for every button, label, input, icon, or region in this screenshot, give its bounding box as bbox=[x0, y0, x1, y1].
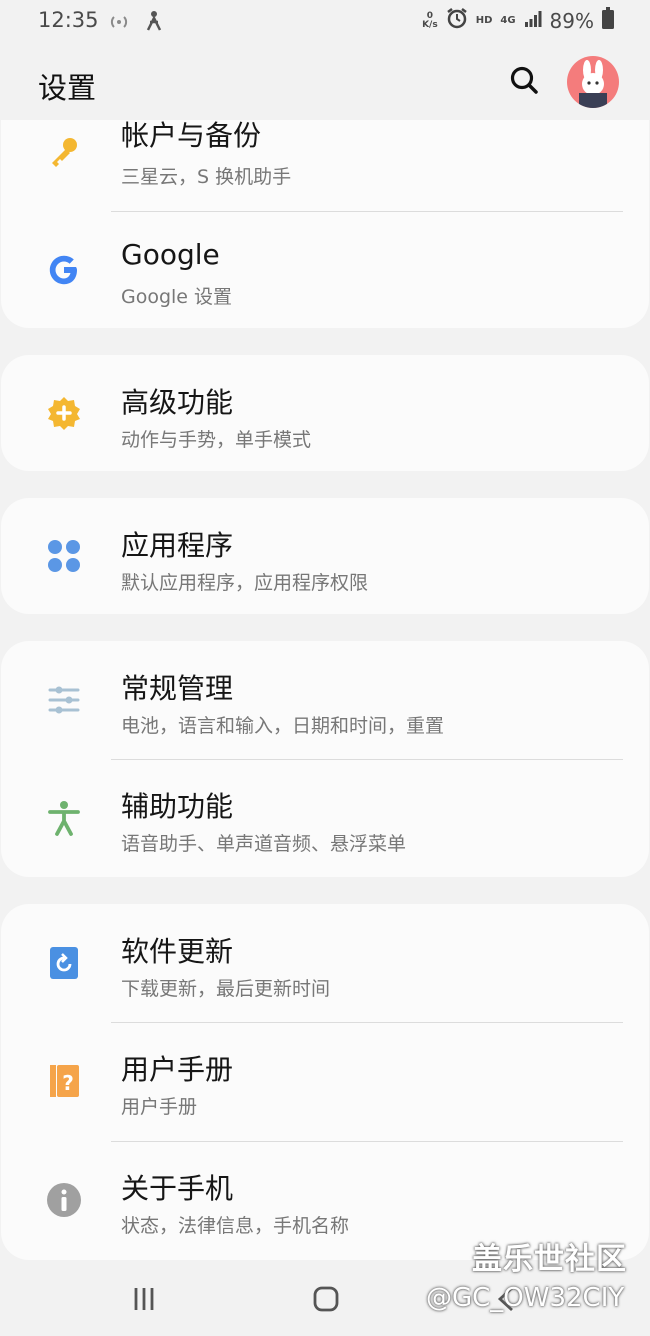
usb-debug-icon bbox=[144, 10, 164, 37]
recent-apps-button[interactable] bbox=[124, 1284, 164, 1316]
item-title: 应用程序 bbox=[121, 529, 234, 562]
apps-grid-icon bbox=[45, 537, 83, 575]
settings-item-accessibility[interactable]: 辅助功能 语音助手、单声道音频、悬浮菜单 bbox=[1, 759, 649, 877]
settings-group-accounts: 帐户与备份 三星云，S 换机助手 Google Google 设置 bbox=[1, 120, 649, 328]
settings-group-advanced: 高级功能 动作与手势，单手模式 bbox=[1, 355, 649, 471]
item-subtitle: 默认应用程序，应用程序权限 bbox=[121, 572, 369, 594]
settings-item-software-update[interactable]: 软件更新 下载更新，最后更新时间 bbox=[1, 904, 649, 1022]
settings-item-accounts-backup[interactable]: 帐户与备份 三星云，S 换机助手 bbox=[1, 120, 649, 212]
alarm-icon bbox=[446, 7, 468, 34]
settings-item-general-management[interactable]: 常规管理 电池，语言和输入，日期和时间，重置 bbox=[1, 641, 649, 759]
item-title: 关于手机 bbox=[121, 1172, 234, 1205]
item-title: 帐户与备份 bbox=[121, 120, 262, 152]
status-bar: 12:35 0 K/s HD 4G 89% bbox=[0, 0, 650, 40]
watermark-handle: @GC_OW32CIY bbox=[426, 1283, 625, 1313]
item-subtitle: 状态，法律信息，手机名称 bbox=[121, 1215, 350, 1237]
item-subtitle: 电池，语言和输入，日期和时间，重置 bbox=[121, 715, 445, 737]
net-speed: 0 K/s bbox=[422, 10, 438, 30]
settings-item-user-manual[interactable]: ? 用户手册 用户手册 bbox=[1, 1022, 649, 1141]
item-subtitle: 语音助手、单声道音频、悬浮菜单 bbox=[121, 833, 407, 855]
settings-item-applications[interactable]: 应用程序 默认应用程序，应用程序权限 bbox=[1, 498, 649, 614]
network-type: 4G bbox=[500, 15, 516, 26]
status-time: 12:35 bbox=[38, 8, 99, 32]
key-icon bbox=[45, 132, 83, 170]
item-subtitle: 下载更新，最后更新时间 bbox=[121, 978, 331, 1000]
page-title: 设置 bbox=[38, 71, 97, 105]
gear-plus-icon bbox=[45, 394, 83, 432]
sliders-icon bbox=[45, 681, 83, 719]
accessibility-icon bbox=[45, 799, 83, 837]
item-title: 用户手册 bbox=[121, 1053, 234, 1086]
item-subtitle: 用户手册 bbox=[121, 1096, 198, 1118]
hd-indicator: HD bbox=[475, 15, 493, 26]
battery-icon bbox=[602, 7, 614, 34]
svg-text:?: ? bbox=[62, 1071, 74, 1095]
item-subtitle: 动作与手势，单手模式 bbox=[121, 429, 312, 451]
user-manual-icon: ? bbox=[45, 1062, 83, 1100]
watermark-title: 盖乐世社区 bbox=[472, 1242, 627, 1277]
app-bar: 设置 bbox=[0, 50, 650, 120]
item-title: 常规管理 bbox=[121, 672, 234, 705]
settings-item-advanced-features[interactable]: 高级功能 动作与手势，单手模式 bbox=[1, 355, 649, 471]
recent-apps-icon bbox=[134, 1288, 154, 1310]
settings-group-system: 软件更新 下载更新，最后更新时间 ? 用户手册 用户手册 关于手机 状态，法律信… bbox=[1, 904, 649, 1260]
settings-group-apps: 应用程序 默认应用程序，应用程序权限 bbox=[1, 498, 649, 614]
avatar[interactable] bbox=[567, 56, 619, 108]
item-title: Google bbox=[121, 238, 220, 271]
battery-percent: 89% bbox=[549, 8, 594, 33]
software-update-icon bbox=[45, 944, 83, 982]
item-title: 辅助功能 bbox=[121, 790, 234, 823]
item-subtitle: Google 设置 bbox=[121, 286, 233, 308]
profile-avatar-icon bbox=[579, 60, 607, 108]
item-title: 软件更新 bbox=[121, 935, 234, 968]
settings-item-google[interactable]: Google Google 设置 bbox=[1, 212, 649, 328]
hotspot-icon bbox=[108, 12, 130, 36]
signal-icon bbox=[524, 9, 542, 33]
search-button[interactable] bbox=[506, 62, 542, 98]
item-title: 高级功能 bbox=[121, 386, 234, 419]
google-icon bbox=[45, 251, 83, 289]
home-icon bbox=[313, 1286, 339, 1312]
info-icon bbox=[45, 1181, 83, 1219]
search-icon bbox=[510, 66, 538, 94]
home-button[interactable] bbox=[306, 1284, 346, 1316]
settings-group-general: 常规管理 电池，语言和输入，日期和时间，重置 辅助功能 语音助手、单声道音频、悬… bbox=[1, 641, 649, 877]
item-subtitle: 三星云，S 换机助手 bbox=[121, 166, 292, 188]
